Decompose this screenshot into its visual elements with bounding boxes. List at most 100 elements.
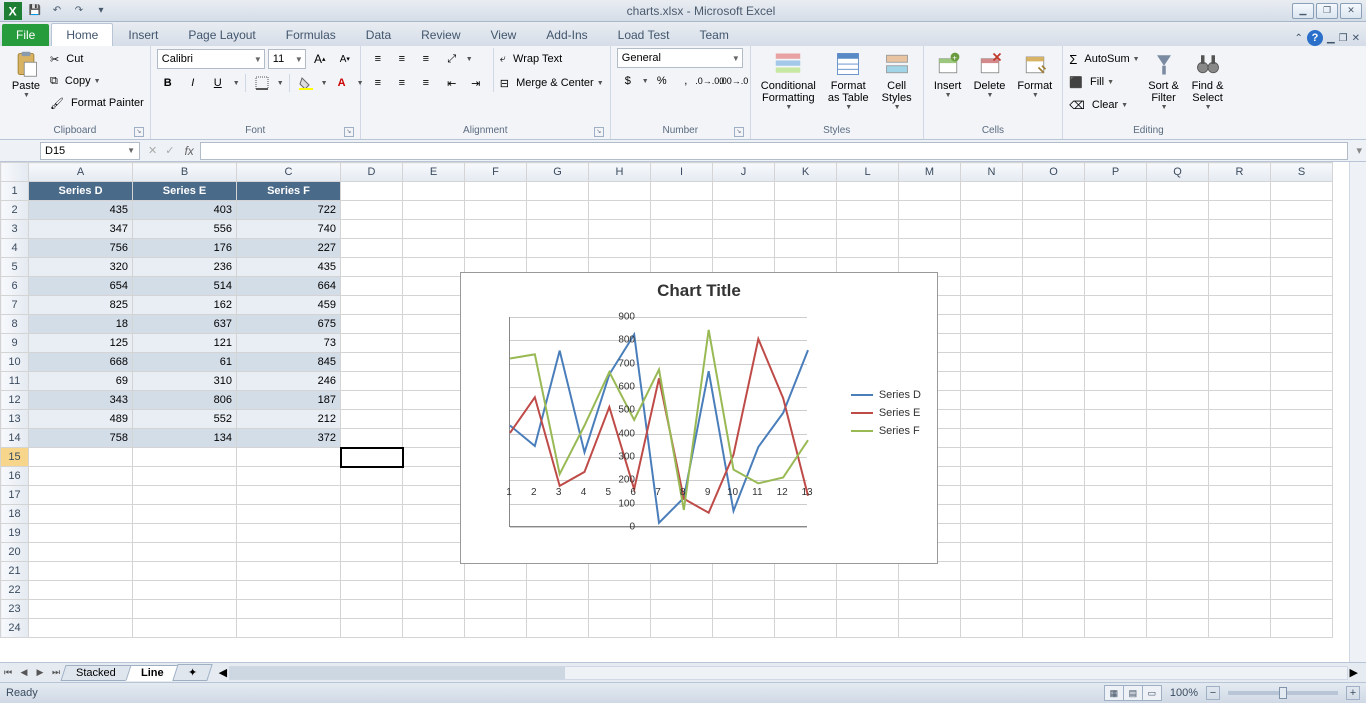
cell-O9[interactable] [1023,334,1085,353]
cell-A12[interactable]: 343 [29,391,133,410]
cell-C19[interactable] [237,524,341,543]
cell-E18[interactable] [403,505,465,524]
cell-C14[interactable]: 372 [237,429,341,448]
worksheet-grid[interactable]: ABCDEFGHIJKLMNOPQRS1Series DSeries ESeri… [0,162,1366,662]
cell-P16[interactable] [1085,467,1147,486]
cell-N17[interactable] [961,486,1023,505]
col-header-M[interactable]: M [899,163,961,182]
cell-E9[interactable] [403,334,465,353]
restore-button[interactable]: ❐ [1316,3,1338,19]
cell-A2[interactable]: 435 [29,201,133,220]
cell-C2[interactable]: 722 [237,201,341,220]
row-header-1[interactable]: 1 [1,182,29,201]
cell-E6[interactable] [403,277,465,296]
cell-C6[interactable]: 664 [237,277,341,296]
cell-O14[interactable] [1023,429,1085,448]
row-header-3[interactable]: 3 [1,220,29,239]
excel-icon[interactable]: X [4,2,22,20]
cell-D1[interactable] [341,182,403,201]
cell-A23[interactable] [29,600,133,619]
cell-P4[interactable] [1085,239,1147,258]
cell-C7[interactable]: 459 [237,296,341,315]
cell-I24[interactable] [651,619,713,638]
cell-E5[interactable] [403,258,465,277]
cell-A18[interactable] [29,505,133,524]
cell-D9[interactable] [341,334,403,353]
format-cells-button[interactable]: Format▼ [1013,48,1056,101]
cell-E10[interactable] [403,353,465,372]
cell-C24[interactable] [237,619,341,638]
cell-E17[interactable] [403,486,465,505]
cell-C16[interactable] [237,467,341,486]
cell-F22[interactable] [465,581,527,600]
row-header-10[interactable]: 10 [1,353,29,372]
cell-S10[interactable] [1271,353,1333,372]
cell-H22[interactable] [589,581,651,600]
cell-F4[interactable] [465,239,527,258]
col-header-A[interactable]: A [29,163,133,182]
autosum-button[interactable]: Σ AutoSum▼ [1069,48,1139,70]
row-header-16[interactable]: 16 [1,467,29,486]
cell-Q13[interactable] [1147,410,1209,429]
cell-D6[interactable] [341,277,403,296]
row-header-19[interactable]: 19 [1,524,29,543]
cell-Q14[interactable] [1147,429,1209,448]
cell-D7[interactable] [341,296,403,315]
cell-S9[interactable] [1271,334,1333,353]
cell-D2[interactable] [341,201,403,220]
cell-G22[interactable] [527,581,589,600]
cell-A19[interactable] [29,524,133,543]
cell-Q6[interactable] [1147,277,1209,296]
cell-B14[interactable]: 134 [133,429,237,448]
decrease-indent-button[interactable]: ⇤ [441,73,463,93]
enter-icon[interactable]: ✓ [161,144,178,157]
cell-C11[interactable]: 246 [237,372,341,391]
cell-M3[interactable] [899,220,961,239]
cell-R12[interactable] [1209,391,1271,410]
cell-O18[interactable] [1023,505,1085,524]
wrap-text-button[interactable]: ⤶ Wrap Text [500,48,604,70]
cell-O5[interactable] [1023,258,1085,277]
row-header-5[interactable]: 5 [1,258,29,277]
cell-A10[interactable]: 668 [29,353,133,372]
cell-A21[interactable] [29,562,133,581]
cell-A16[interactable] [29,467,133,486]
cell-K24[interactable] [775,619,837,638]
cell-D4[interactable] [341,239,403,258]
cell-S6[interactable] [1271,277,1333,296]
cell-C23[interactable] [237,600,341,619]
undo-button[interactable]: ↶ [48,2,66,20]
cell-J4[interactable] [713,239,775,258]
cell-P7[interactable] [1085,296,1147,315]
cell-M24[interactable] [899,619,961,638]
cell-B3[interactable]: 556 [133,220,237,239]
cell-Q9[interactable] [1147,334,1209,353]
cell-N1[interactable] [961,182,1023,201]
col-header-H[interactable]: H [589,163,651,182]
col-header-B[interactable]: B [133,163,237,182]
cell-I1[interactable] [651,182,713,201]
tab-review[interactable]: Review [406,23,475,46]
sheet-nav-next[interactable]: ▶ [32,665,48,681]
cell-N4[interactable] [961,239,1023,258]
tab-view[interactable]: View [476,23,532,46]
cell-P14[interactable] [1085,429,1147,448]
cell-C4[interactable]: 227 [237,239,341,258]
vertical-scrollbar[interactable] [1349,162,1366,662]
cell-N16[interactable] [961,467,1023,486]
zoom-slider[interactable] [1228,691,1338,695]
mdi-restore-icon[interactable]: ❐ [1339,33,1348,44]
cell-E14[interactable] [403,429,465,448]
sort-filter-button[interactable]: Sort & Filter▼ [1144,48,1184,113]
cell-S14[interactable] [1271,429,1333,448]
cell-O4[interactable] [1023,239,1085,258]
cell-E12[interactable] [403,391,465,410]
cell-S4[interactable] [1271,239,1333,258]
cell-P23[interactable] [1085,600,1147,619]
cell-B6[interactable]: 514 [133,277,237,296]
row-header-2[interactable]: 2 [1,201,29,220]
cell-S21[interactable] [1271,562,1333,581]
cell-O20[interactable] [1023,543,1085,562]
cell-B24[interactable] [133,619,237,638]
cell-K21[interactable] [775,562,837,581]
